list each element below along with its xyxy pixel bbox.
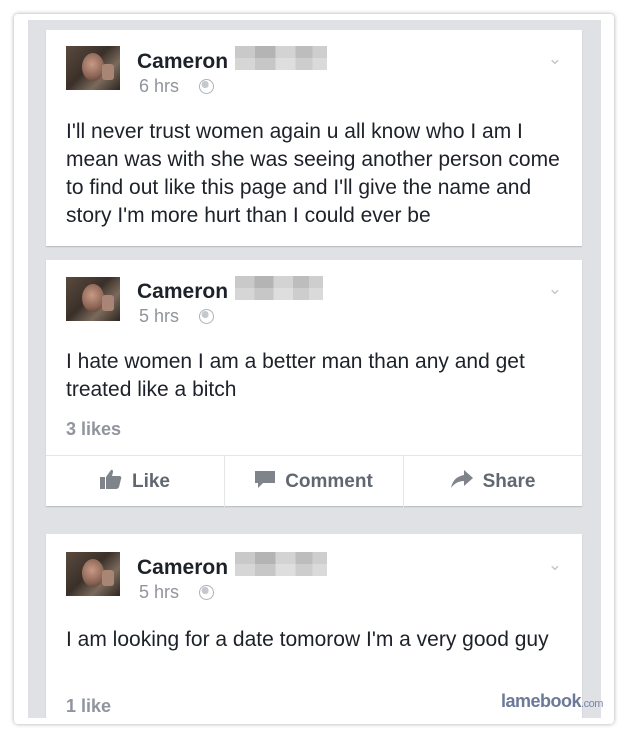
redacted-surname	[235, 46, 327, 70]
watermark-tld: .com	[581, 698, 603, 710]
action-bar: Like Comment Share	[46, 455, 582, 507]
lamebook-watermark: lamebook.com	[501, 691, 603, 712]
globe-icon	[199, 309, 214, 324]
speech-bubble-icon	[255, 469, 276, 495]
comment-button[interactable]: Comment	[225, 456, 404, 507]
avatar-hand	[102, 64, 114, 80]
post-time[interactable]: 5 hrs	[139, 582, 179, 602]
post-time[interactable]: 5 hrs	[139, 306, 179, 326]
post-card: Cameron 5 hrs ⌄ I hate women I am a bett…	[46, 260, 582, 507]
avatar-face	[82, 53, 104, 81]
avatar-hand	[102, 570, 114, 586]
author-name[interactable]: Cameron	[137, 280, 228, 304]
like-count[interactable]: 3 likes	[66, 419, 121, 440]
avatar-face	[82, 559, 104, 587]
avatar[interactable]	[66, 277, 120, 321]
post-text: I am looking for a date tomorow I'm a ve…	[66, 628, 549, 651]
like-button[interactable]: Like	[46, 456, 225, 507]
post-time[interactable]: 6 hrs	[139, 76, 179, 96]
watermark-brand: lamebook	[501, 691, 582, 711]
thumbs-up-icon	[99, 469, 122, 495]
like-count[interactable]: 1 like	[66, 696, 111, 717]
globe-icon	[199, 585, 214, 600]
redacted-surname	[235, 552, 327, 576]
chevron-down-icon[interactable]: ⌄	[548, 50, 562, 67]
share-button[interactable]: Share	[404, 456, 582, 507]
avatar-face	[82, 284, 104, 312]
globe-icon	[199, 79, 214, 94]
share-arrow-icon	[450, 469, 473, 494]
chevron-down-icon[interactable]: ⌄	[548, 280, 562, 297]
post-text: I'll never trust women again u all know …	[66, 120, 560, 227]
author-name[interactable]: Cameron	[137, 50, 228, 74]
post-text: I hate women I am a better man than any …	[66, 350, 525, 401]
avatar-hand	[102, 295, 114, 311]
avatar[interactable]	[66, 552, 120, 596]
post-card: Cameron 6 hrs ⌄ I'll never trust women a…	[46, 30, 582, 246]
chevron-down-icon[interactable]: ⌄	[548, 556, 562, 573]
author-name[interactable]: Cameron	[137, 556, 228, 580]
share-button-label: Share	[482, 470, 536, 492]
news-feed: Cameron 6 hrs ⌄ I'll never trust women a…	[28, 20, 601, 718]
redacted-surname	[235, 276, 323, 300]
comment-button-label: Comment	[285, 470, 373, 492]
like-button-label: Like	[131, 470, 171, 492]
avatar[interactable]	[66, 46, 120, 90]
